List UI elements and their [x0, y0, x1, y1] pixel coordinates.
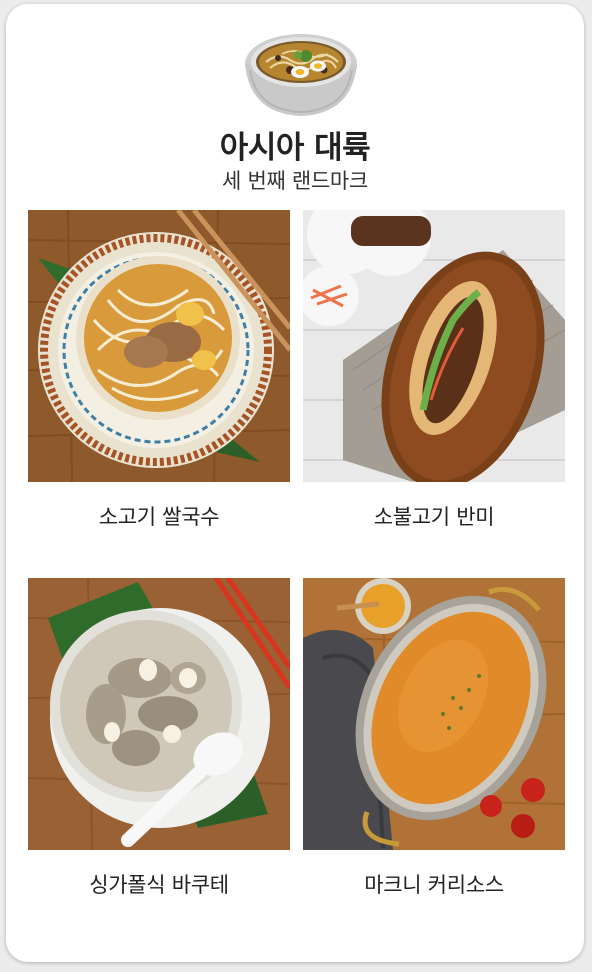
bak-kut-teh-photo	[28, 578, 290, 850]
banh-mi-photo	[303, 210, 565, 482]
item-label: 마크니 커리소스	[364, 873, 504, 897]
menu-item-pho[interactable]: 소고기 쌀국수	[28, 210, 290, 529]
pho-noodle-photo	[28, 210, 290, 482]
item-label: 소고기 쌀국수	[98, 505, 220, 529]
makhani-curry-photo	[303, 578, 565, 850]
menu-item-banh-mi[interactable]: 소불고기 반미	[303, 210, 565, 529]
landmark-card: 아시아 대륙 세 번째 랜드마크 소고기 쌀국수 소불고기 반미 싱가폴식 바쿠…	[6, 4, 584, 962]
page-subtitle: 세 번째 랜드마크	[222, 169, 368, 193]
page-title: 아시아 대륙	[219, 130, 371, 166]
menu-item-makhani-curry[interactable]: 마크니 커리소스	[303, 578, 565, 897]
item-label: 싱가폴식 바쿠테	[89, 873, 229, 897]
item-label: 소불고기 반미	[373, 505, 495, 529]
soup-bowl-icon	[245, 34, 357, 116]
menu-item-bak-kut-teh[interactable]: 싱가폴식 바쿠테	[28, 578, 290, 897]
